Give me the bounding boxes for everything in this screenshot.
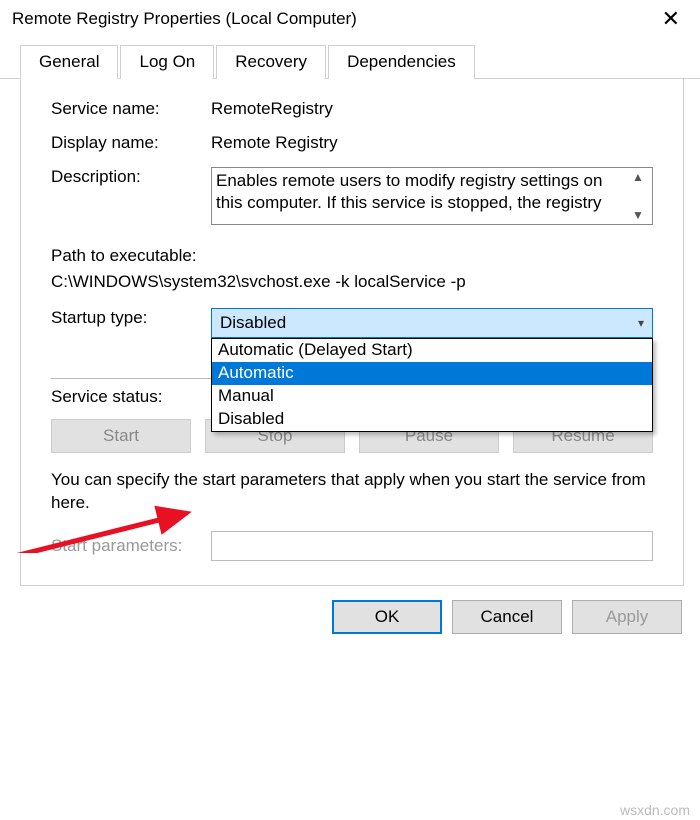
tab-general[interactable]: General <box>20 45 118 79</box>
start-parameters-input[interactable] <box>211 531 653 561</box>
title-bar: Remote Registry Properties (Local Comput… <box>0 0 700 34</box>
startup-type-dropdown: Automatic (Delayed Start) Automatic Manu… <box>211 338 653 432</box>
description-scrollbar[interactable]: ▲ ▼ <box>628 170 648 222</box>
startup-type-combobox[interactable]: Disabled ▾ <box>211 308 653 338</box>
description-box: Enables remote users to modify registry … <box>211 167 653 225</box>
cancel-button[interactable]: Cancel <box>452 600 562 634</box>
description-label: Description: <box>51 167 211 187</box>
description-text: Enables remote users to modify registry … <box>216 170 628 222</box>
startup-type-selected: Disabled <box>220 313 286 333</box>
window-title: Remote Registry Properties (Local Comput… <box>12 9 357 29</box>
display-name-label: Display name: <box>51 133 211 153</box>
close-icon[interactable]: ✕ <box>654 8 688 30</box>
tab-logon[interactable]: Log On <box>120 45 214 79</box>
tab-dependencies[interactable]: Dependencies <box>328 45 475 79</box>
start-parameters-help: You can specify the start parameters tha… <box>51 469 653 515</box>
path-label: Path to executable: <box>51 243 653 269</box>
scroll-down-icon[interactable]: ▼ <box>632 208 644 222</box>
service-name-value: RemoteRegistry <box>211 99 653 119</box>
apply-button[interactable]: Apply <box>572 600 682 634</box>
start-parameters-label: Start parameters: <box>51 536 211 556</box>
watermark-text: wsxdn.com <box>620 802 690 818</box>
startup-type-label: Startup type: <box>51 308 211 328</box>
chevron-down-icon: ▾ <box>638 316 644 330</box>
scroll-up-icon[interactable]: ▲ <box>632 170 644 184</box>
tab-content: Service name: RemoteRegistry Display nam… <box>20 79 684 586</box>
option-disabled[interactable]: Disabled <box>212 408 652 431</box>
tab-recovery[interactable]: Recovery <box>216 45 326 79</box>
ok-button[interactable]: OK <box>332 600 442 634</box>
start-button[interactable]: Start <box>51 419 191 453</box>
path-value: C:\WINDOWS\system32\svchost.exe -k local… <box>51 269 653 295</box>
option-manual[interactable]: Manual <box>212 385 652 408</box>
tab-strip: General Log On Recovery Dependencies <box>0 34 700 79</box>
service-status-label: Service status: <box>51 387 211 407</box>
display-name-value: Remote Registry <box>211 133 653 153</box>
option-automatic-delayed[interactable]: Automatic (Delayed Start) <box>212 339 652 362</box>
dialog-footer: OK Cancel Apply <box>0 600 700 648</box>
service-name-label: Service name: <box>51 99 211 119</box>
option-automatic[interactable]: Automatic <box>212 362 652 385</box>
